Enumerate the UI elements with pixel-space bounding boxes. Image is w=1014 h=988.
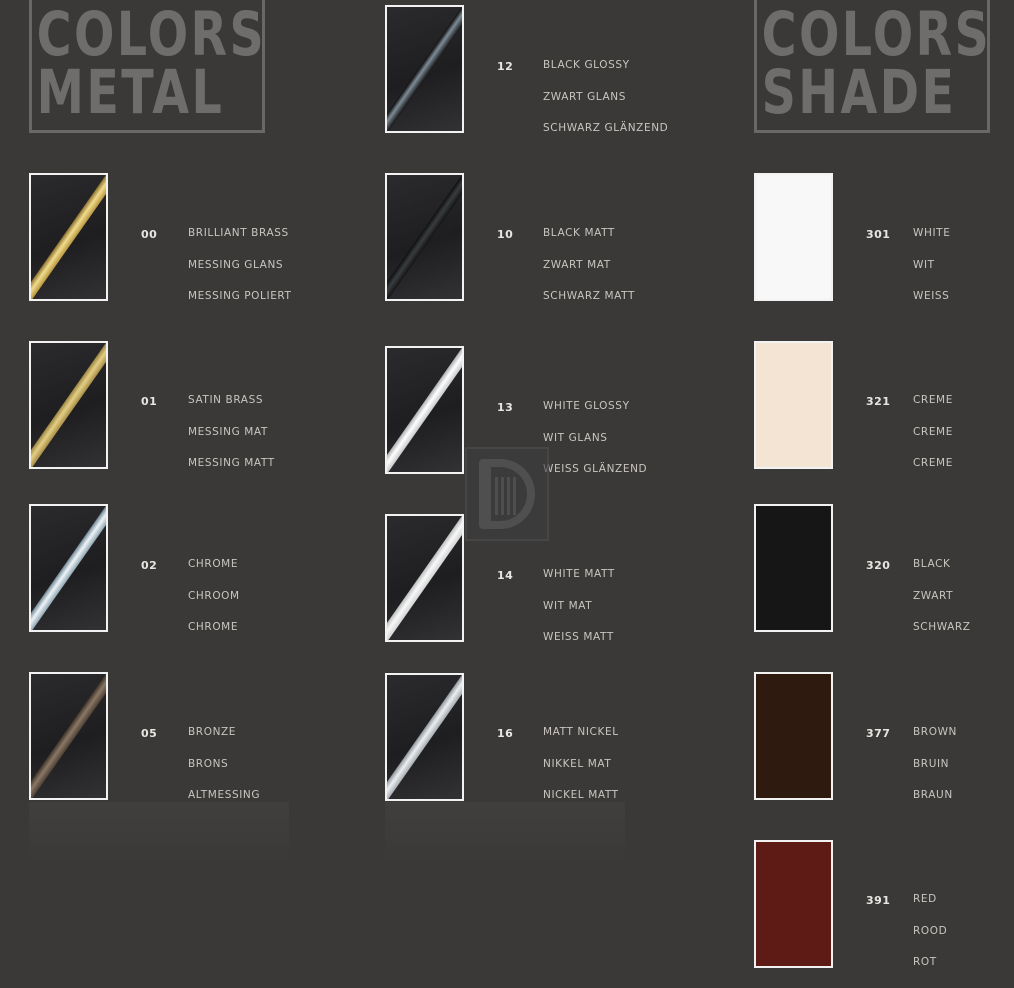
name-nl: WIT GLANS: [543, 431, 608, 444]
swatch-metal-01: [29, 341, 108, 469]
color-code: 05: [141, 727, 158, 740]
name-en: CHROME: [188, 558, 239, 570]
name-nl: WIT MAT: [543, 599, 593, 612]
name-de: SCHWARZ: [913, 621, 971, 633]
name-en: RED: [913, 893, 937, 905]
color-names: BLACK MATT ZWART MAT SCHWARZ MATT: [543, 218, 635, 313]
color-names: BRONZE BRONS ALTMESSING: [188, 717, 260, 812]
swatch-metal-16: [385, 673, 464, 801]
color-names: WHITE WIT WEISS: [913, 218, 950, 313]
swatch-metal-13: [385, 346, 464, 474]
name-de: BRAUN: [913, 789, 953, 801]
color-code: 01: [141, 395, 158, 408]
name-nl: ZWART GLANS: [543, 90, 626, 103]
name-en: CREME: [913, 394, 953, 406]
color-names: MATT NICKEL NIKKEL MAT NICKEL MATT: [543, 717, 619, 812]
name-de: MESSING POLIERT: [188, 290, 292, 302]
name-en: BLACK: [913, 558, 951, 570]
name-de: MESSING MATT: [188, 457, 275, 469]
swatch-metal-02: [29, 504, 108, 632]
name-nl: ZWART: [913, 589, 954, 602]
name-nl: ROOD: [913, 924, 948, 937]
name-de: CREME: [913, 457, 953, 469]
color-code: 12: [497, 60, 514, 73]
swatch-metal-14: [385, 514, 464, 642]
name-en: BROWN: [913, 726, 958, 738]
color-names: WHITE MATT WIT MAT WEISS MATT: [543, 559, 615, 654]
color-code: 301: [866, 228, 891, 241]
name-en: MATT NICKEL: [543, 726, 619, 738]
color-code: 321: [866, 395, 891, 408]
name-nl: BRONS: [188, 757, 229, 770]
color-names: RED ROOD ROT: [913, 884, 947, 979]
name-nl: ZWART MAT: [543, 258, 611, 271]
color-code: 391: [866, 894, 891, 907]
color-code: 377: [866, 727, 891, 740]
swatch-shade-320: [754, 504, 833, 632]
name-en: BRONZE: [188, 726, 237, 738]
name-en: BLACK GLOSSY: [543, 59, 630, 71]
name-de: WEISS GLÄNZEND: [543, 463, 648, 475]
swatch-metal-10: [385, 173, 464, 301]
color-names: WHITE GLOSSY WIT GLANS WEISS GLÄNZEND: [543, 391, 647, 486]
name-en: WHITE: [913, 227, 951, 239]
name-en: SATIN BRASS: [188, 394, 264, 406]
name-nl: MESSING GLANS: [188, 258, 284, 271]
color-names: SATIN BRASS MESSING MAT MESSING MATT: [188, 385, 275, 480]
title-line-2: SHADE: [761, 57, 957, 128]
name-en: BLACK MATT: [543, 227, 615, 239]
color-code: 02: [141, 559, 158, 572]
title-colors-shade: COLORS SHADE: [754, 0, 990, 133]
name-de: ROT: [913, 956, 937, 968]
name-de: WEISS MATT: [543, 631, 614, 643]
swatch-metal-05: [29, 672, 108, 800]
name-de: SCHWARZ GLÄNZEND: [543, 122, 669, 134]
color-names: CREME CREME CREME: [913, 385, 953, 480]
title-line-1: COLORS: [36, 0, 267, 70]
name-en: BRILLIANT BRASS: [188, 227, 289, 239]
color-names: BLACK GLOSSY ZWART GLANS SCHWARZ GLÄNZEN…: [543, 50, 668, 145]
name-de: WEISS: [913, 290, 950, 302]
name-de: CHROME: [188, 621, 239, 633]
color-code: 00: [141, 228, 158, 241]
d-logo-icon: [465, 447, 549, 541]
color-code: 13: [497, 401, 514, 414]
title-line-1: COLORS: [761, 0, 992, 70]
color-code: 14: [497, 569, 514, 582]
color-names: BRILLIANT BRASS MESSING GLANS MESSING PO…: [188, 218, 292, 313]
color-names: BLACK ZWART SCHWARZ: [913, 549, 971, 644]
swatch-metal-12: [385, 5, 464, 133]
d-logo-bars: [495, 477, 517, 515]
title-colors-metal: COLORS METAL: [29, 0, 265, 133]
swatch-shade-321: [754, 341, 833, 469]
swatch-metal-00: [29, 173, 108, 301]
color-names: BROWN BRUIN BRAUN: [913, 717, 957, 812]
swatch-shade-377: [754, 672, 833, 800]
color-names: CHROME CHROOM CHROME: [188, 549, 240, 644]
color-code: 10: [497, 228, 514, 241]
swatch-shade-391: [754, 840, 833, 968]
name-nl: CREME: [913, 425, 953, 438]
name-nl: BRUIN: [913, 757, 950, 770]
reflection: [29, 802, 289, 862]
swatch-shade-301: [754, 173, 833, 301]
name-nl: CHROOM: [188, 589, 240, 602]
name-nl: MESSING MAT: [188, 425, 268, 438]
color-code: 16: [497, 727, 514, 740]
color-code: 320: [866, 559, 891, 572]
reflection: [385, 802, 625, 862]
name-de: SCHWARZ MATT: [543, 290, 635, 302]
name-en: WHITE GLOSSY: [543, 400, 630, 412]
name-nl: WIT: [913, 258, 935, 271]
name-nl: NIKKEL MAT: [543, 757, 612, 770]
title-line-2: METAL: [36, 57, 225, 128]
name-en: WHITE MATT: [543, 568, 615, 580]
